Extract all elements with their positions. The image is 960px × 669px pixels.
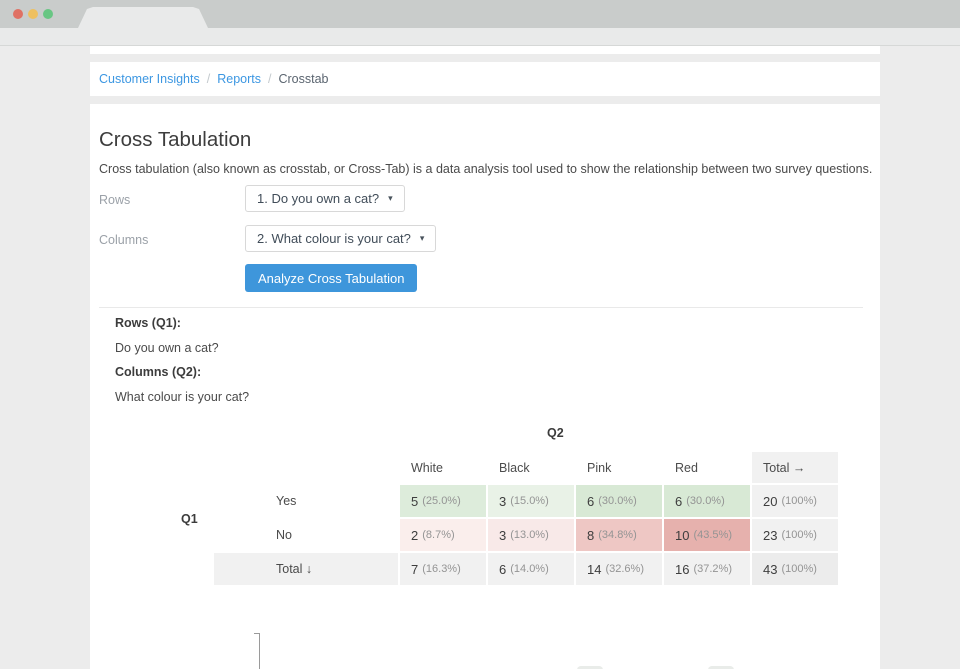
table-cell-total: 20 (100%) — [752, 485, 838, 517]
browser-toolbar — [0, 28, 960, 46]
cell-count: 8 — [587, 527, 595, 543]
cell-count: 6 — [587, 493, 595, 509]
cell-count: 7 — [411, 561, 419, 577]
column-header-pink: Pink — [587, 460, 612, 475]
row-axis-label: Q1 — [181, 512, 198, 526]
cell-percent: (37.2%) — [693, 563, 732, 575]
table-cell-total: 7 (16.3%) — [400, 553, 486, 585]
cell-percent: (34.8%) — [598, 529, 637, 541]
column-header-total: Total → — [752, 452, 838, 483]
row-header-total: Total ↓ — [214, 553, 398, 585]
chart-axis-tick — [254, 633, 260, 634]
page-description: Cross tabulation (also known as crosstab… — [99, 162, 873, 176]
cell-count: 20 — [763, 493, 778, 509]
cell-percent: (25.0%) — [422, 495, 461, 507]
table-cell: 10 (43.5%) — [664, 519, 750, 551]
browser-tab[interactable] — [78, 7, 208, 28]
zoom-button[interactable] — [43, 9, 53, 19]
column-header-black: Black — [499, 460, 530, 475]
cell-count: 6 — [499, 561, 507, 577]
main-content: Cross Tabulation Cross tabulation (also … — [90, 104, 880, 669]
summary-rows-heading: Rows (Q1): — [115, 316, 181, 330]
cell-count: 23 — [763, 527, 778, 543]
table-cell: 2 (8.7%) — [400, 519, 486, 551]
cell-percent: (100%) — [781, 495, 817, 507]
breadcrumb-current: Crosstab — [278, 72, 329, 86]
cell-count: 10 — [675, 527, 690, 543]
chevron-down-icon: ▾ — [419, 233, 425, 243]
breadcrumb: Customer Insights / Reports / Crosstab — [90, 62, 880, 96]
cell-percent: (30.0%) — [686, 495, 725, 507]
browser-titlebar — [0, 0, 960, 28]
chart-y-axis — [259, 633, 260, 669]
table-cell: 5 (25.0%) — [400, 485, 486, 517]
columns-field-label: Columns — [99, 233, 149, 247]
minimize-button[interactable] — [28, 9, 38, 19]
summary-columns-heading: Columns (Q2): — [115, 365, 202, 379]
table-cell-total: 14 (32.6%) — [576, 553, 662, 585]
page-title: Cross Tabulation — [99, 128, 252, 151]
cell-percent: (32.6%) — [605, 563, 644, 575]
table-cell: 3 (13.0%) — [488, 519, 574, 551]
table-cell: 8 (34.8%) — [576, 519, 662, 551]
table-cell-grand-total: 43 (100%) — [752, 553, 838, 585]
cell-percent: (100%) — [781, 529, 817, 541]
breadcrumb-separator: / — [268, 72, 272, 86]
column-header-white: White — [411, 460, 443, 475]
row-header-no: No — [276, 528, 292, 542]
cell-percent: (16.3%) — [422, 563, 461, 575]
columns-select[interactable]: 2. What colour is your cat? ▾ — [245, 225, 437, 252]
cell-count: 16 — [675, 561, 690, 577]
cell-count: 43 — [763, 561, 778, 577]
breadcrumb-link-reports[interactable]: Reports — [217, 72, 261, 86]
cell-percent: (14.0%) — [510, 563, 549, 575]
column-axis-label: Q2 — [547, 426, 564, 440]
breadcrumb-link-customer-insights[interactable]: Customer Insights — [99, 72, 200, 86]
rows-field-label: Rows — [99, 193, 131, 207]
summary-rows-question: Do you own a cat? — [115, 341, 219, 355]
cell-percent: (30.0%) — [598, 495, 637, 507]
cell-count: 5 — [411, 493, 419, 509]
cell-count: 3 — [499, 493, 507, 509]
cell-percent: (43.5%) — [693, 529, 732, 541]
cell-count: 2 — [411, 527, 419, 543]
cell-count: 3 — [499, 527, 507, 543]
columns-select-value: 2. What colour is your cat? — [257, 231, 411, 246]
row-header-yes: Yes — [276, 494, 297, 508]
table-corner-spacer — [214, 452, 398, 483]
breadcrumb-separator: / — [206, 72, 211, 86]
crosstab-table: White Black Pink Red Total → Yes 5 (25.0… — [214, 452, 838, 585]
rows-select-value: 1. Do you own a cat? — [257, 191, 380, 206]
summary-columns-question: What colour is your cat? — [115, 390, 250, 404]
page-top-strip — [90, 46, 880, 54]
cell-percent: (8.7%) — [422, 529, 455, 541]
analyze-button[interactable]: Analyze Cross Tabulation — [245, 264, 418, 292]
cell-count: 14 — [587, 561, 602, 577]
table-cell-total: 23 (100%) — [752, 519, 838, 551]
column-header-red: Red — [675, 460, 698, 475]
section-divider — [99, 307, 863, 308]
table-cell: 6 (30.0%) — [576, 485, 662, 517]
close-button[interactable] — [13, 9, 23, 19]
table-cell-total: 6 (14.0%) — [488, 553, 574, 585]
cell-count: 6 — [675, 493, 683, 509]
cell-percent: (100%) — [781, 563, 817, 575]
rows-select[interactable]: 1. Do you own a cat? ▾ — [245, 185, 405, 212]
chevron-down-icon: ▾ — [388, 193, 393, 203]
browser-window: Customer Insights / Reports / Crosstab C… — [0, 0, 960, 669]
table-cell-total: 16 (37.2%) — [664, 553, 750, 585]
cell-percent: (15.0%) — [510, 495, 549, 507]
cell-percent: (13.0%) — [510, 529, 549, 541]
table-cell: 6 (30.0%) — [664, 485, 750, 517]
table-cell: 3 (15.0%) — [488, 485, 574, 517]
